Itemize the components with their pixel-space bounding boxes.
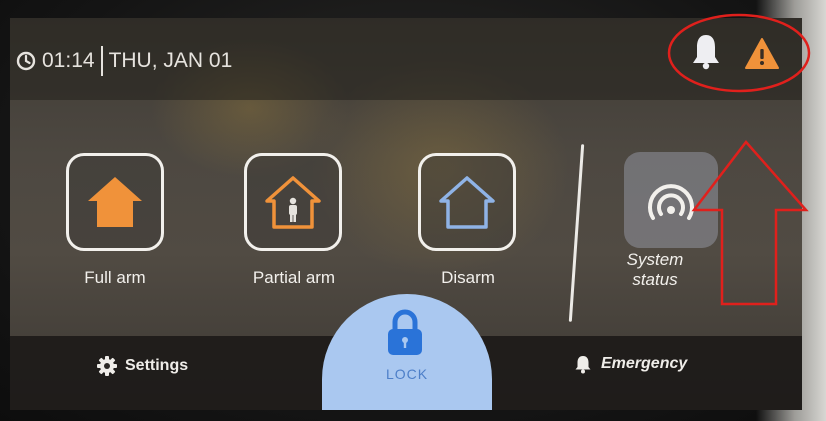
system-status-line2: status	[632, 270, 678, 289]
gear-icon	[97, 356, 117, 376]
lock-label: LOCK	[385, 366, 429, 382]
emergency-button[interactable]: Emergency	[573, 354, 687, 374]
annotation-arrow	[691, 140, 809, 306]
disarm-button[interactable]	[418, 153, 516, 251]
house-filled-icon	[88, 177, 142, 227]
disarm-label: Disarm	[441, 268, 495, 287]
clock-time: 01:14	[42, 49, 95, 72]
clock-divider	[100, 46, 103, 76]
vertical-separator	[568, 144, 585, 322]
settings-button[interactable]: Settings	[96, 355, 188, 377]
full-arm-label: Full arm	[84, 268, 146, 287]
system-status-line1: System	[626, 250, 684, 269]
settings-label: Settings	[125, 357, 189, 374]
full-arm-button[interactable]	[66, 153, 164, 251]
partial-arm-label: Partial arm	[252, 268, 336, 287]
clock-display: 01:14 THU, JAN 01	[16, 46, 233, 76]
partial-arm-button[interactable]	[244, 153, 342, 251]
clock-date: THU, JAN 01	[108, 49, 233, 72]
bell-icon	[575, 356, 591, 374]
house-person-icon	[265, 176, 321, 229]
clock-icon	[16, 51, 36, 71]
padlock-icon	[388, 309, 422, 355]
emergency-label: Emergency	[601, 355, 688, 372]
annotation-circle	[667, 13, 811, 93]
house-outline-icon	[439, 176, 495, 229]
